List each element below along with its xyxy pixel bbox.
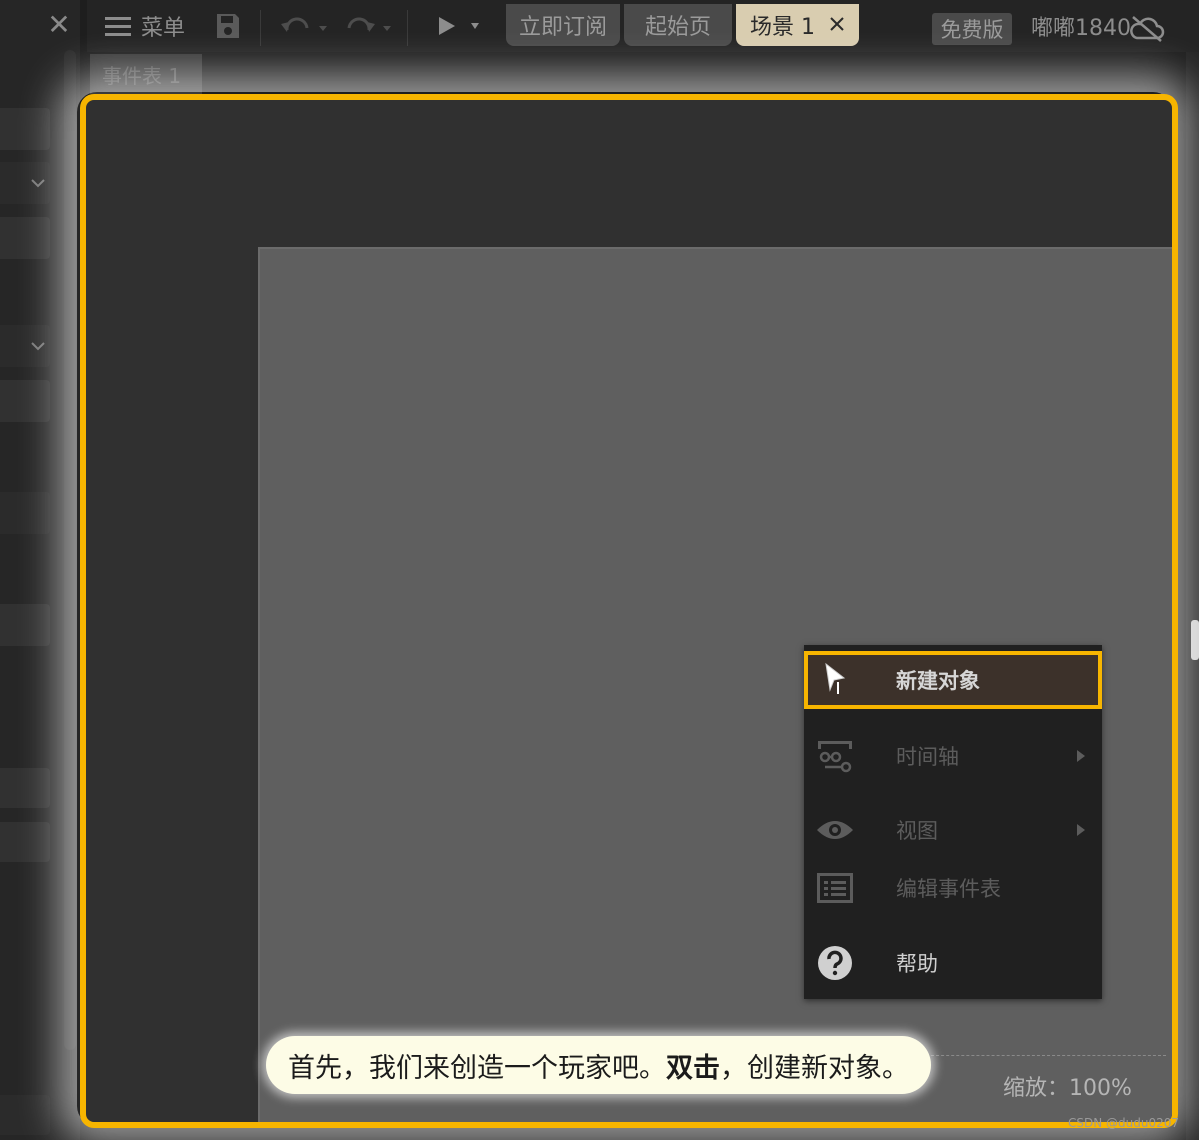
timeline-icon	[816, 739, 854, 773]
cloud-offline-icon[interactable]	[1129, 14, 1165, 42]
tab-event-sheet-1[interactable]: 事件表 1	[90, 54, 202, 94]
menu-item-edit-event-sheet[interactable]: 编辑事件表	[804, 859, 1102, 917]
project-panel: ✕	[0, 0, 80, 1140]
edition-badge[interactable]: 免费版	[932, 13, 1012, 45]
menu-item-view[interactable]: 视图	[804, 801, 1102, 859]
help-icon	[816, 946, 854, 980]
play-preview-icon[interactable]	[435, 0, 485, 52]
chevron-down-icon[interactable]	[28, 173, 48, 193]
menu-item-timeline[interactable]: 时间轴	[804, 727, 1102, 785]
tooltip-text-bold: 双击	[666, 1052, 720, 1084]
redo-icon[interactable]	[343, 0, 393, 52]
tab-scene-1[interactable]: 场景 1	[736, 4, 859, 46]
panel-row[interactable]	[0, 768, 50, 808]
close-tab-icon[interactable]	[827, 14, 847, 34]
menu-item-label: 新建对象	[896, 669, 980, 693]
watermark: CSDN @dudu0207	[1068, 1116, 1180, 1130]
panel-row[interactable]	[0, 1095, 50, 1135]
panel-close-icon[interactable]: ✕	[46, 10, 72, 40]
menu-item-help[interactable]: 帮助	[804, 934, 1102, 992]
panel-row[interactable]	[0, 108, 50, 150]
hamburger-menu-icon[interactable]	[105, 0, 131, 52]
zoom-level: 缩放：100%	[1003, 1076, 1132, 1101]
panel-row[interactable]	[0, 492, 50, 534]
panel-row[interactable]	[0, 380, 50, 422]
layout-boundary-line	[926, 1055, 1166, 1056]
cursor-pointer-icon	[816, 661, 854, 695]
tooltip-text-prefix: 首先，我们来创造一个玩家吧。	[288, 1052, 666, 1084]
tab-scene-label: 场景 1	[750, 15, 815, 40]
submenu-arrow-icon	[1077, 824, 1085, 836]
vertical-scroll-thumb[interactable]	[1191, 620, 1199, 660]
tooltip-text-suffix: ，创建新对象。	[720, 1052, 909, 1084]
menu-item-label: 编辑事件表	[896, 877, 1001, 901]
save-icon[interactable]	[215, 0, 241, 52]
menu-item-label: 视图	[896, 819, 938, 843]
username[interactable]: 嘟嘟1840	[1031, 12, 1131, 46]
toolbar-divider	[407, 10, 408, 46]
panel-row[interactable]	[0, 217, 50, 259]
tab-start-page[interactable]: 起始页	[624, 4, 732, 46]
panel-scrollbar[interactable]	[64, 50, 76, 1050]
tutorial-tooltip: 首先，我们来创造一个玩家吧。 双击 ，创建新对象。	[266, 1036, 931, 1094]
undo-icon[interactable]	[279, 0, 329, 52]
panel-row[interactable]	[0, 822, 50, 862]
menu-button[interactable]: 菜单	[141, 0, 185, 52]
menu-item-label: 帮助	[896, 952, 938, 976]
panel-row[interactable]	[0, 604, 50, 646]
tab-subscribe[interactable]: 立即订阅	[506, 4, 620, 46]
toolbar-divider	[260, 10, 261, 46]
menu-item-label: 时间轴	[896, 745, 959, 769]
submenu-arrow-icon	[1077, 750, 1085, 762]
list-icon	[816, 871, 854, 905]
right-panel-edge	[1186, 52, 1199, 1140]
eye-icon	[816, 813, 854, 847]
context-menu: 新建对象 时间轴 视图 编辑事件表 帮助	[804, 645, 1102, 999]
chevron-down-icon[interactable]	[28, 336, 48, 356]
menu-item-new-object[interactable]: 新建对象	[804, 651, 1102, 709]
layout-editor[interactable]: 缩放：100% 新建对象 时间轴 视图 编辑事件表 帮助	[80, 94, 1178, 1128]
main-toolbar: 菜单 立即订阅 起始页 场景 1 免费版 嘟嘟1840	[87, 0, 1199, 52]
